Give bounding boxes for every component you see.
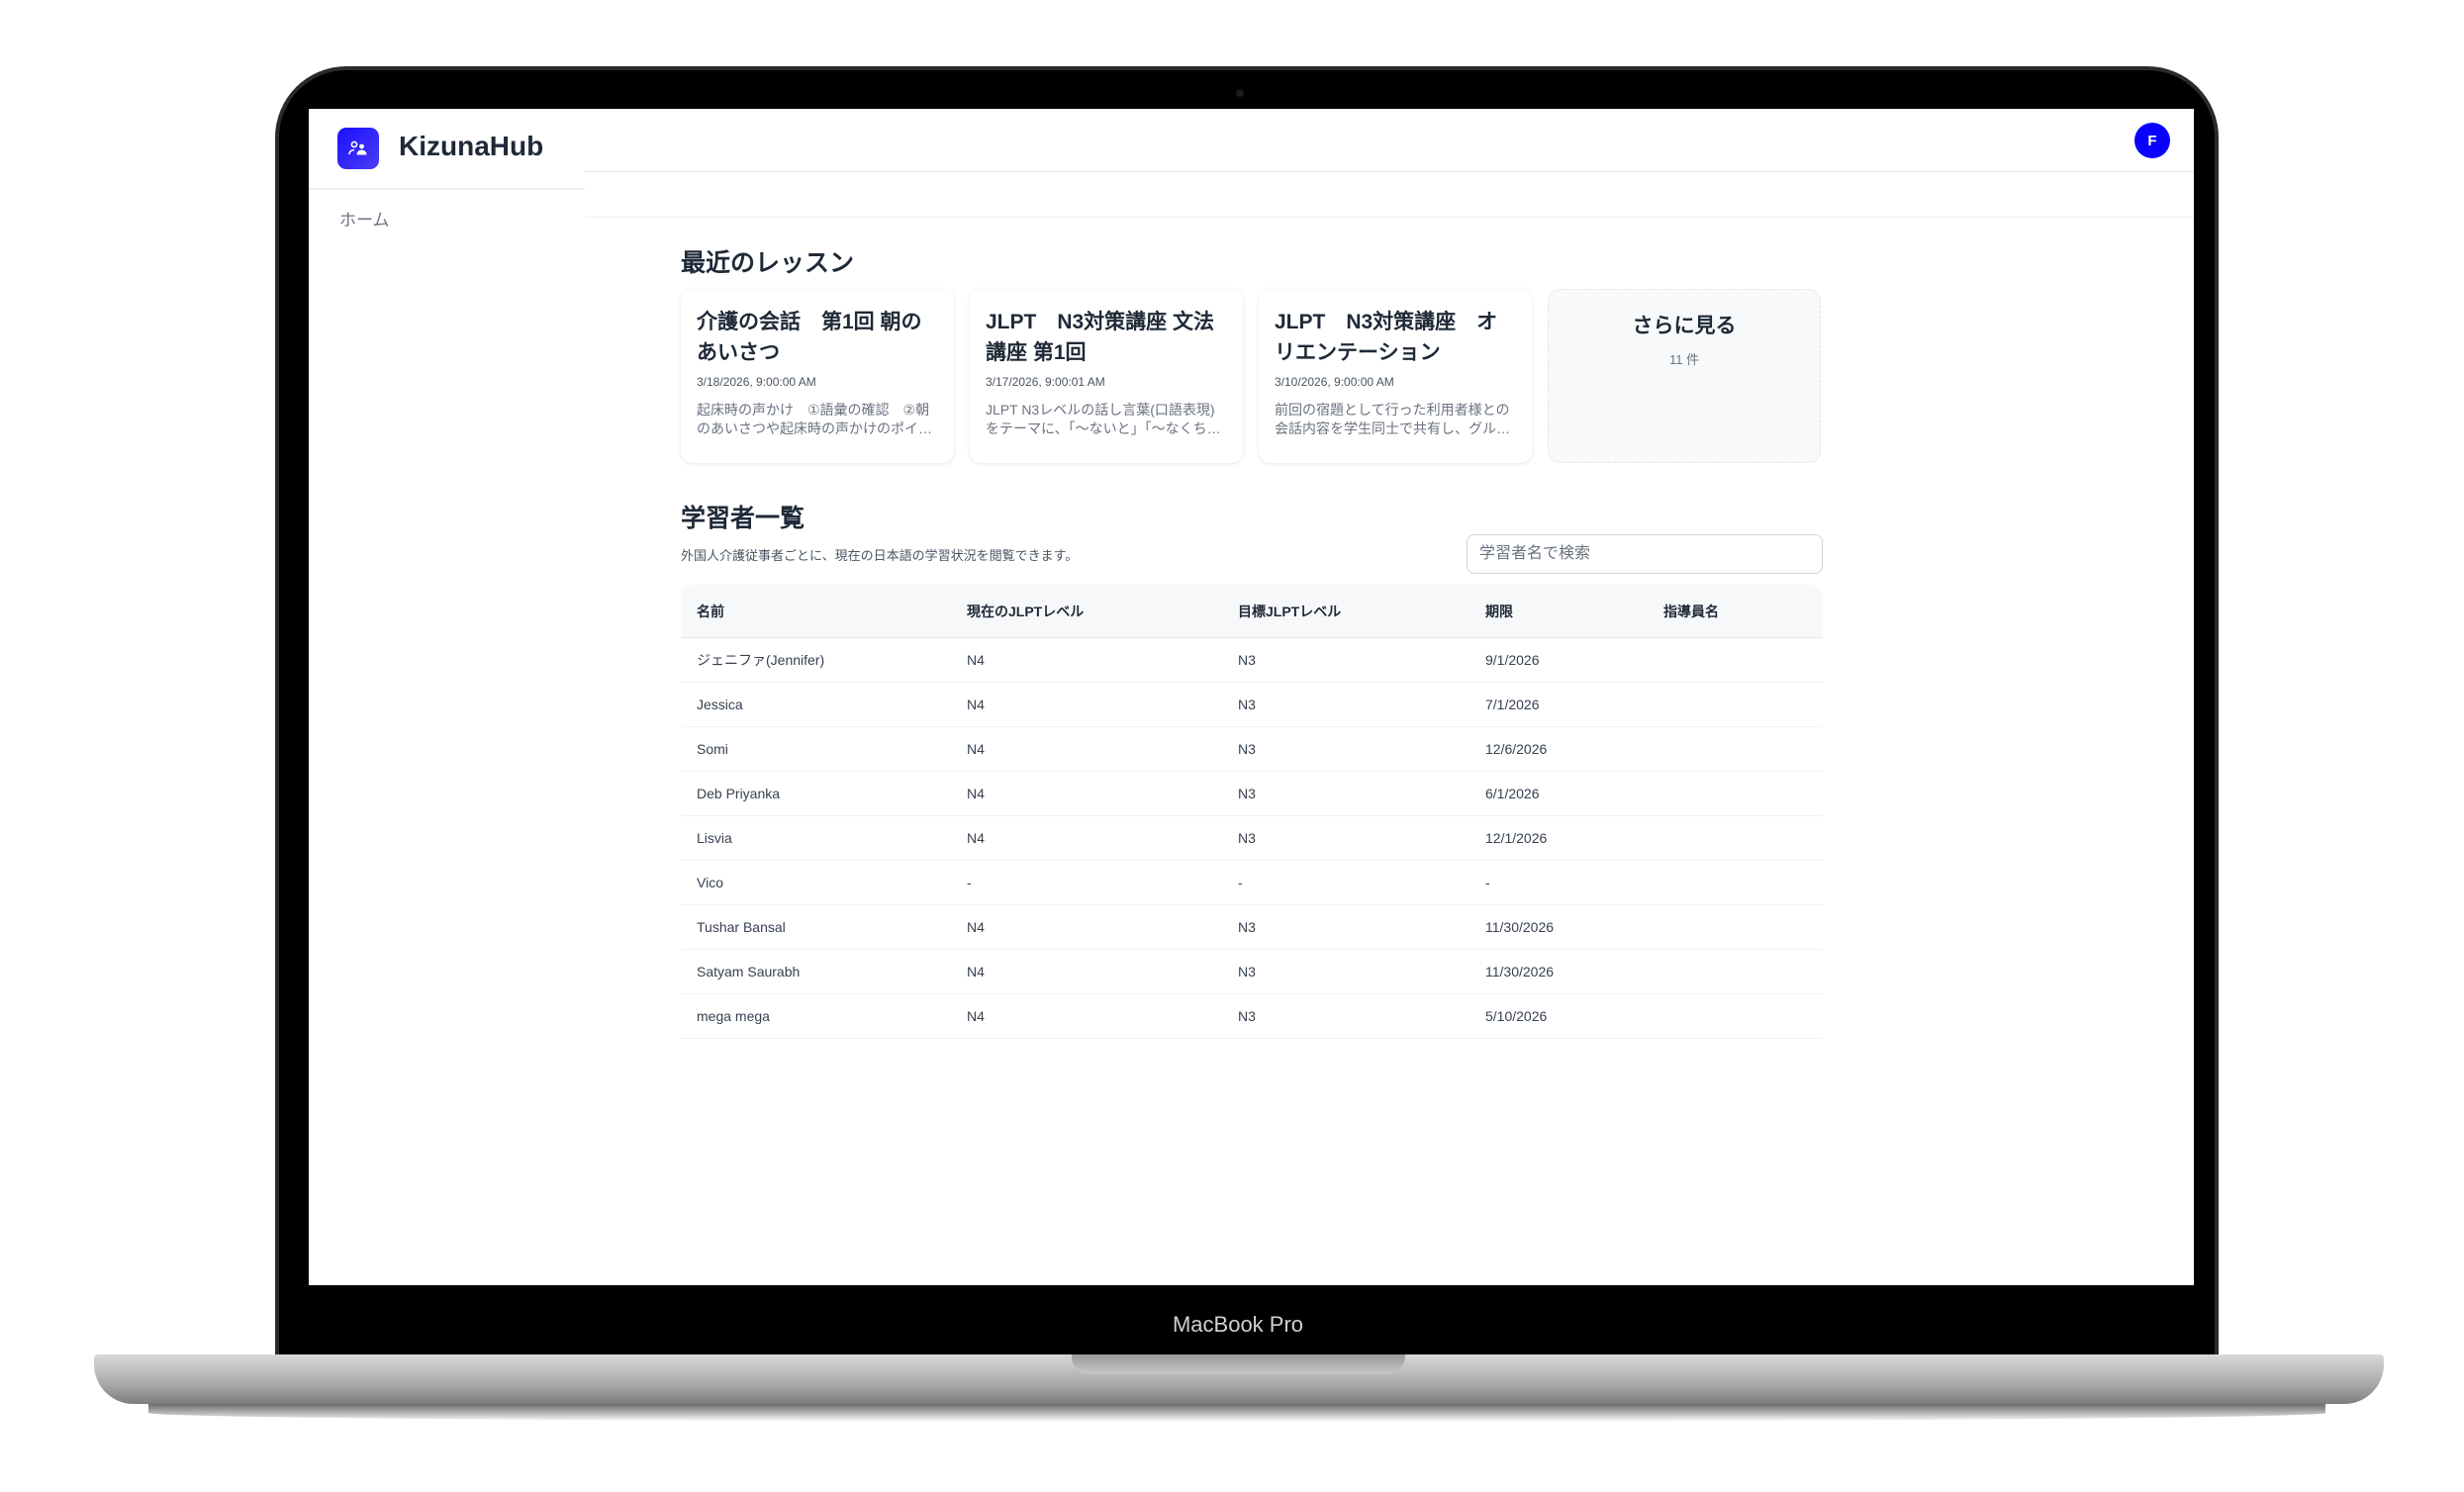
cell-target-level: N3 <box>1238 697 1256 712</box>
cell-target-level: - <box>1238 875 1243 890</box>
cell-target-level: N3 <box>1238 652 1256 668</box>
app-logo[interactable] <box>337 128 379 169</box>
camera <box>1236 89 1244 97</box>
cell-target-level: N3 <box>1238 786 1256 801</box>
cell-deadline: 12/1/2026 <box>1485 830 1548 846</box>
column-header-target-level[interactable]: 目標JLPTレベル <box>1238 602 1485 621</box>
table-row[interactable]: Tushar Bansal N4 N3 11/30/2026 <box>681 905 1823 950</box>
cell-target-level: N3 <box>1238 1008 1256 1024</box>
users-icon <box>348 140 367 155</box>
cell-current-level: N4 <box>967 697 985 712</box>
cell-deadline: 6/1/2026 <box>1485 786 1540 801</box>
cell-target-level: N3 <box>1238 964 1256 979</box>
lesson-card[interactable]: 介護の会話 第1回 朝のあいさつ 3/18/2026, 9:00:00 AM 起… <box>681 289 954 463</box>
cell-name: Somi <box>697 741 728 757</box>
lesson-title: 介護の会話 第1回 朝のあいさつ <box>697 311 922 364</box>
column-header-current-level[interactable]: 現在のJLPTレベル <box>967 602 1238 621</box>
learners-table: 名前 現在のJLPTレベル 目標JLPTレベル 期限 指導員名 ジェニファ(Je… <box>681 585 1823 1039</box>
cell-current-level: N4 <box>967 964 985 979</box>
lesson-title: JLPT N3対策講座 文法講座 第1回 <box>986 311 1215 364</box>
cell-current-level: N4 <box>967 652 985 668</box>
cell-current-level: N4 <box>967 786 985 801</box>
table-row[interactable]: Lisvia N4 N3 12/1/2026 <box>681 816 1823 861</box>
learners-description: 外国人介護従事者ごとに、現在の日本語の学習状況を閲覧できます。 <box>681 548 1079 563</box>
lesson-cards: 介護の会話 第1回 朝のあいさつ 3/18/2026, 9:00:00 AM 起… <box>681 289 1821 463</box>
cell-deadline: 12/6/2026 <box>1485 741 1548 757</box>
cell-current-level: N4 <box>967 830 985 846</box>
cell-deadline: - <box>1485 875 1490 890</box>
cell-deadline: 5/10/2026 <box>1485 1008 1548 1024</box>
lesson-count: 11 件 <box>1668 352 1700 367</box>
header-divider <box>585 171 2194 172</box>
cell-deadline: 7/1/2026 <box>1485 697 1540 712</box>
cell-current-level: N4 <box>967 1008 985 1024</box>
table-row[interactable]: Somi N4 N3 12/6/2026 <box>681 727 1823 772</box>
cell-target-level: N3 <box>1238 830 1256 846</box>
cell-name: Satyam Saurabh <box>697 964 801 979</box>
device-label: MacBook Pro <box>1172 1312 1304 1337</box>
cell-name: Jessica <box>697 697 743 712</box>
column-header-deadline[interactable]: 期限 <box>1485 602 1663 621</box>
learners-title: 学習者一覧 <box>681 505 806 532</box>
lesson-date: 3/10/2026, 9:00:00 AM <box>1275 375 1394 389</box>
lesson-card[interactable]: JLPT N3対策講座 オリエンテーション 3/10/2026, 9:00:00… <box>1259 289 1532 463</box>
laptop-notch <box>1072 1354 1405 1374</box>
cell-current-level: - <box>967 875 972 890</box>
cell-target-level: N3 <box>1238 741 1256 757</box>
table-row[interactable]: Vico - - - <box>681 861 1823 905</box>
cell-target-level: N3 <box>1238 919 1256 935</box>
subheader-divider <box>585 217 2194 218</box>
see-more-label: さらに見る <box>1632 315 1737 337</box>
column-header-name[interactable]: 名前 <box>681 602 967 621</box>
lesson-title: JLPT N3対策講座 オリエンテーション <box>1275 311 1498 364</box>
app-screen: KizunaHub ホーム F 最近のレッスン 介護の会話 第1回 朝のあいさつ… <box>309 109 2194 1285</box>
lesson-date: 3/17/2026, 9:00:01 AM <box>986 375 1105 389</box>
table-row[interactable]: Jessica N4 N3 7/1/2026 <box>681 683 1823 727</box>
user-avatar[interactable]: F <box>2134 123 2170 158</box>
cell-deadline: 11/30/2026 <box>1485 964 1555 979</box>
see-more-card[interactable]: さらに見る 11 件 <box>1548 289 1821 463</box>
cell-name: ジェニファ(Jennifer) <box>697 652 825 668</box>
cell-deadline: 11/30/2026 <box>1485 919 1555 935</box>
column-header-instructor[interactable]: 指導員名 <box>1663 602 1823 621</box>
recent-lessons-title: 最近のレッスン <box>681 249 855 277</box>
cell-name: mega mega <box>697 1008 770 1024</box>
cell-name: Lisvia <box>697 830 732 846</box>
table-row[interactable]: ジェニファ(Jennifer) N4 N3 9/1/2026 <box>681 638 1823 683</box>
cell-name: Tushar Bansal <box>697 919 786 935</box>
app-title: KizunaHub <box>399 131 544 161</box>
lesson-description: JLPT N3レベルの話し言葉(口語表現)をテーマに、「〜ないと」「〜なくちゃ」 <box>986 402 1215 436</box>
table-row[interactable]: Satyam Saurabh N4 N3 11/30/2026 <box>681 950 1823 994</box>
cell-name: Vico <box>697 875 723 890</box>
cell-name: Deb Priyanka <box>697 786 781 801</box>
learner-search-input[interactable] <box>1467 534 1823 574</box>
lesson-description: 起床時の声かけ ①語彙の確認 ②朝のあいさつや起床時の声かけのポイント <box>697 402 932 436</box>
table-header: 名前 現在のJLPTレベル 目標JLPTレベル 期限 指導員名 <box>681 585 1823 638</box>
table-row[interactable]: Deb Priyanka N4 N3 6/1/2026 <box>681 772 1823 816</box>
table-row[interactable]: mega mega N4 N3 5/10/2026 <box>681 994 1823 1039</box>
laptop-shadow <box>148 1404 2325 1422</box>
lesson-description: 前回の宿題として行った利用者様との会話内容を学生同士で共有し、グループ <box>1275 402 1510 436</box>
cell-current-level: N4 <box>967 919 985 935</box>
sidebar-divider <box>309 188 585 190</box>
lesson-date: 3/18/2026, 9:00:00 AM <box>697 375 816 389</box>
cell-current-level: N4 <box>967 741 985 757</box>
cell-deadline: 9/1/2026 <box>1485 652 1540 668</box>
lesson-card[interactable]: JLPT N3対策講座 文法講座 第1回 3/17/2026, 9:00:01 … <box>970 289 1243 463</box>
sidebar-item-home[interactable]: ホーム <box>339 206 390 231</box>
